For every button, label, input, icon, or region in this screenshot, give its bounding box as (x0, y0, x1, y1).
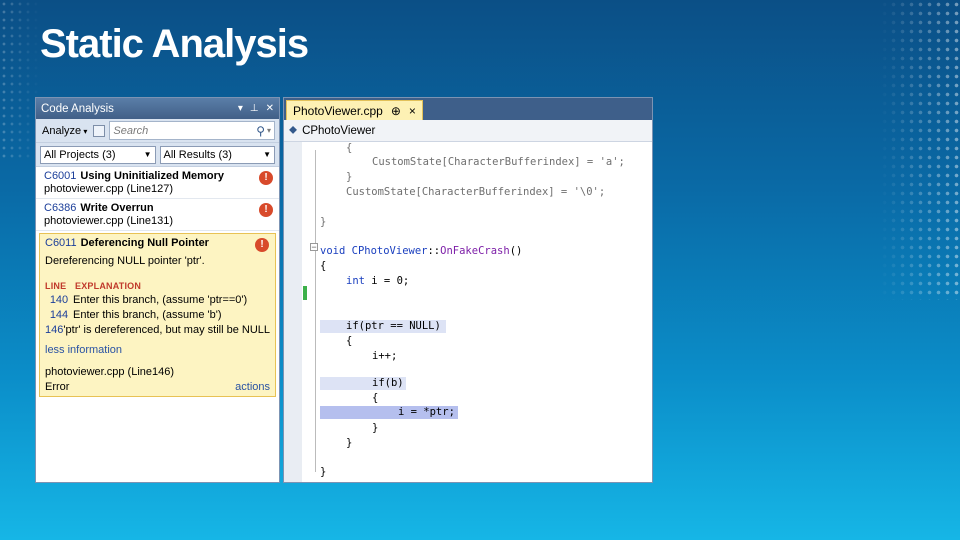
code-line: } (346, 171, 353, 183)
projects-filter[interactable]: All Projects (3) ▼ (40, 145, 156, 164)
search-placeholder: Search (113, 124, 149, 137)
highlighted-code-line: i = *ptr; (320, 406, 458, 419)
panel-dropdown-icon[interactable]: ▾ (238, 103, 243, 114)
warning-location: photoviewer.cpp (Line131) (44, 215, 174, 227)
search-input[interactable]: Search ⚲ ▾ (109, 121, 275, 140)
code-text: i = 0; (364, 275, 410, 287)
projects-filter-value: All Projects (3) (44, 148, 116, 161)
scope-operator: :: (427, 245, 441, 257)
analysis-toolbar: Analyze Search ⚲ ▾ (36, 119, 279, 143)
collapse-icon[interactable]: − (310, 243, 318, 252)
result-item[interactable]: C6001 Using Uninitialized Memory ! photov… (36, 167, 279, 199)
editor-gutter (284, 142, 302, 482)
tab-label: PhotoViewer.cpp (293, 103, 383, 118)
warning-icon: ! (259, 203, 273, 217)
search-icon[interactable]: ⚲ (256, 124, 265, 138)
warning-code: C6001 (44, 170, 77, 182)
explanation-column-header: EXPLANATION (75, 281, 142, 291)
code-line: { (346, 142, 353, 154)
slide-title: Static Analysis (40, 22, 309, 66)
code-analysis-panel: Code Analysis ▾ ⊥ ✕ Analyze Search ⚲ ▾ A… (35, 97, 280, 483)
code-line: } (320, 466, 327, 478)
code-line: { (320, 260, 327, 272)
close-icon[interactable]: ✕ (266, 103, 274, 114)
explanation-text: Enter this branch, (assume 'b') (73, 309, 222, 321)
explanation-header: LINE EXPLANATION (45, 281, 270, 291)
code-editor-panel: PhotoViewer.cpp ⊕ × ⬥ CPhotoViewer − { C… (283, 97, 653, 483)
code-line: } (372, 422, 379, 434)
navigation-bar[interactable]: ⬥ CPhotoViewer (284, 120, 652, 142)
line-column-header: LINE (45, 281, 67, 291)
code-line: { (346, 335, 353, 347)
explanation-row[interactable]: 146 'ptr' is dereferenced, but may still… (45, 324, 270, 336)
warning-description: Dereferencing NULL pointer 'ptr'. (45, 255, 205, 267)
analyze-button[interactable]: Analyze (40, 125, 89, 137)
code-area[interactable]: − { CustomState[CharacterBufferindex] = … (284, 142, 652, 482)
warning-name: Write Overrun (80, 202, 154, 214)
item-footer: Error actions (45, 381, 270, 393)
warning-location: photoviewer.cpp (Line146) (45, 366, 175, 378)
chevron-down-icon: ▼ (263, 150, 271, 159)
keyword: int (346, 275, 365, 287)
severity-label: Error (45, 381, 70, 393)
search-options-icon[interactable]: ▾ (267, 126, 271, 135)
explanation-line[interactable]: 144 (45, 309, 73, 321)
explanation-row[interactable]: 144 Enter this branch, (assume 'b') (45, 309, 270, 321)
highlighted-code-line: if(b) (320, 377, 406, 390)
actions-link[interactable]: actions (235, 381, 270, 393)
panel-title-bar: Code Analysis ▾ ⊥ ✕ (36, 98, 279, 119)
warning-name: Deferencing Null Pointer (80, 237, 209, 249)
warning-code: C6011 (45, 237, 77, 249)
tab-photoviewer-cpp[interactable]: PhotoViewer.cpp ⊕ × (286, 100, 423, 120)
decorative-dots-right (880, 0, 960, 300)
pin-icon[interactable]: ⊥ (250, 103, 259, 114)
explanation-text: 'ptr' is dereferenced, but may still be … (63, 324, 270, 336)
explanation-row[interactable]: 140 Enter this branch, (assume 'ptr==0') (45, 294, 270, 306)
change-marker (303, 286, 307, 300)
code-line: } (346, 437, 353, 449)
parens: () (509, 245, 523, 257)
decorative-dots-left (0, 0, 40, 160)
pin-tab-icon[interactable]: ⊕ (391, 104, 401, 118)
code-line: int i = 0; (346, 275, 409, 288)
close-tab-icon[interactable]: × (409, 104, 416, 118)
highlighted-code-line: if(ptr == NULL) (320, 320, 446, 333)
warning-icon: ! (259, 171, 273, 185)
results-filter-value: All Results (3) (163, 148, 232, 161)
warning-name: Using Uninitialized Memory (80, 170, 225, 182)
keyword: void (320, 245, 346, 257)
result-item[interactable]: C6386 Write Overrun ! photoviewer.cpp (Li… (36, 199, 279, 231)
explanation-text: Enter this branch, (assume 'ptr==0') (73, 294, 248, 306)
chevron-down-icon: ▼ (143, 150, 152, 159)
class-name: CPhotoViewer (351, 245, 428, 257)
class-dropdown[interactable]: CPhotoViewer (302, 125, 375, 137)
selected-result-item[interactable]: C6011 Deferencing Null Pointer ! Derefere… (39, 233, 276, 397)
function-name: OnFakeCrash (440, 245, 510, 257)
code-line: CustomState[CharacterBufferindex] = '\0'… (346, 186, 606, 198)
class-icon: ⬥ (289, 124, 298, 136)
results-filter[interactable]: All Results (3) ▼ (159, 145, 275, 164)
code-line: void CPhotoViewer::OnFakeCrash() (320, 245, 522, 258)
warning-icon: ! (255, 238, 269, 252)
explanation-line[interactable]: 146 (45, 324, 63, 336)
filter-bar: All Projects (3) ▼ All Results (3) ▼ (36, 143, 279, 167)
explanation-line[interactable]: 140 (45, 294, 73, 306)
scope-line (315, 242, 316, 472)
code-line: CustomState[CharacterBufferindex] = 'a'; (372, 156, 625, 168)
panel-title: Code Analysis (41, 102, 114, 115)
editor-tab-bar: PhotoViewer.cpp ⊕ × (284, 98, 652, 120)
code-line: { (372, 392, 379, 404)
less-information-link[interactable]: less information (45, 344, 270, 356)
code-line: i++; (372, 350, 398, 362)
warning-code: C6386 (44, 202, 77, 214)
code-line: } (320, 216, 327, 228)
warning-location: photoviewer.cpp (Line127) (44, 183, 174, 195)
settings-icon[interactable] (93, 124, 106, 137)
